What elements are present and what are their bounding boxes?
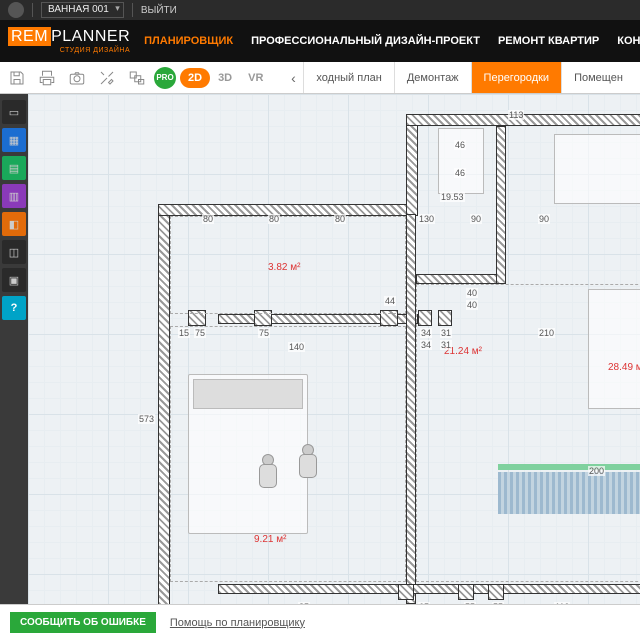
dim-label: 85	[298, 602, 310, 604]
dim-label: 110	[554, 602, 570, 604]
nav-planner[interactable]: ПЛАНИРОВЩИК	[144, 35, 233, 47]
dim-label: 80	[268, 214, 280, 224]
dim-label: 75	[194, 328, 206, 338]
dim-label: 34	[420, 340, 432, 350]
dim-label: 140	[288, 342, 305, 352]
save-icon[interactable]	[4, 65, 30, 91]
dim-label: 34	[420, 328, 432, 338]
view-vr[interactable]: VR	[240, 68, 271, 88]
dim-label: 46	[454, 168, 466, 178]
print-icon[interactable]	[34, 65, 60, 91]
tab-partitions[interactable]: Перегородки	[471, 62, 562, 93]
area-label: 28.49 м²	[608, 362, 640, 373]
separator	[132, 3, 133, 17]
separator	[32, 3, 33, 17]
nav-contacts[interactable]: КОНТ	[617, 35, 640, 47]
footer: СООБЩИТЬ ОБ ОШИБКЕ Помощь по планировщик…	[0, 604, 640, 640]
person-icon	[258, 454, 276, 488]
dim-label: 55	[492, 602, 504, 604]
area-label: 9.21 м²	[254, 534, 286, 545]
wall	[218, 584, 640, 594]
view-3d[interactable]: 3D	[210, 68, 240, 88]
help-link[interactable]: Помощь по планировщику	[170, 617, 305, 629]
furniture-sofa-right	[588, 289, 640, 409]
dim-label: 573	[138, 414, 155, 424]
main-nav: ПЛАНИРОВЩИК ПРОФЕССИОНАЛЬНЫЙ ДИЗАЙН-ПРОЕ…	[144, 35, 640, 47]
green-wall	[498, 464, 640, 470]
wall	[406, 214, 416, 604]
dim-label: 40	[466, 288, 478, 298]
area-label: 3.82 м²	[268, 262, 300, 273]
dim-label: 65	[418, 602, 430, 604]
pillar	[488, 584, 504, 600]
logo-planner: PLANNER	[51, 28, 130, 45]
tool-walls[interactable]: ▦	[2, 128, 26, 152]
toolbar: PRO 2D 3D VR ‹ ходный план Демонтаж Пере…	[0, 62, 640, 94]
dim-label: 75	[258, 328, 270, 338]
tool-furniture[interactable]: ◧	[2, 212, 26, 236]
tool-windows[interactable]: ▥	[2, 184, 26, 208]
dim-label: 31	[440, 328, 452, 338]
floor-strip	[498, 472, 640, 514]
furniture-sofa-top	[554, 134, 640, 204]
dim-label: 113	[508, 110, 524, 120]
tabs-prev-icon[interactable]: ‹	[283, 70, 303, 86]
nav-design-project[interactable]: ПРОФЕССИОНАЛЬНЫЙ ДИЗАЙН-ПРОЕКТ	[251, 35, 480, 47]
furniture-cabinet	[438, 128, 484, 194]
dim-label: 80	[334, 214, 346, 224]
pillar	[458, 584, 474, 600]
tool-text[interactable]: ▣	[2, 268, 26, 292]
dim-label: 31	[440, 340, 452, 350]
logo-rem: REM	[8, 27, 51, 46]
wall	[158, 204, 418, 216]
plan-tabs: ‹ ходный план Демонтаж Перегородки Помещ…	[283, 62, 635, 93]
dim-label: 40	[466, 300, 478, 310]
logout-link[interactable]: ВЫЙТИ	[141, 5, 177, 16]
furniture-bed	[188, 374, 308, 534]
tool-doors[interactable]: ▤	[2, 156, 26, 180]
topbar: ВАННАЯ 001 ВЫЙТИ	[0, 0, 640, 20]
logo[interactable]: REMPLANNER Студия дизайна	[8, 29, 130, 54]
dim-label: 130	[418, 214, 435, 224]
navbar: REMPLANNER Студия дизайна ПЛАНИРОВЩИК ПР…	[0, 20, 640, 62]
floor-plan: 3.82 м² 9.21 м² 21.24 м² 28.49 м² 113 46…	[158, 114, 640, 604]
dim-label: 90	[470, 214, 482, 224]
wall	[496, 126, 506, 284]
workspace: ▭ ▦ ▤ ▥ ◧ ◫ ▣ ?	[0, 94, 640, 604]
side-toolbar: ▭ ▦ ▤ ▥ ◧ ◫ ▣ ?	[0, 94, 28, 604]
canvas[interactable]: 3.82 м² 9.21 м² 21.24 м² 28.49 м² 113 46…	[28, 94, 640, 604]
dim-label: 210	[538, 328, 555, 338]
wall	[416, 274, 506, 284]
dim-label: 44	[384, 296, 396, 306]
dim-label: 55	[464, 602, 476, 604]
layers-icon[interactable]	[124, 65, 150, 91]
view-2d[interactable]: 2D	[180, 68, 210, 88]
person-icon	[298, 444, 316, 478]
dim-label: 200	[588, 466, 605, 476]
pillar	[398, 584, 414, 600]
tab-demolition[interactable]: Демонтаж	[394, 62, 471, 93]
dim-label: 90	[538, 214, 550, 224]
wall	[158, 204, 170, 604]
dim-label: 80	[202, 214, 214, 224]
dim-label: 19.53	[440, 192, 465, 202]
pro-badge[interactable]: PRO	[154, 67, 176, 89]
tool-dimensions[interactable]: ◫	[2, 240, 26, 264]
camera-icon[interactable]	[64, 65, 90, 91]
nav-renovation[interactable]: РЕМОНТ КВАРТИР	[498, 35, 599, 47]
project-name: ВАННАЯ 001	[48, 4, 109, 15]
tab-rooms[interactable]: Помещен	[561, 62, 635, 93]
tab-source-plan[interactable]: ходный план	[303, 62, 393, 93]
tool-help[interactable]: ?	[2, 296, 26, 320]
project-select[interactable]: ВАННАЯ 001	[41, 2, 124, 18]
tools-icon[interactable]	[94, 65, 120, 91]
tool-select[interactable]: ▭	[2, 100, 26, 124]
view-tabs: 2D 3D VR	[180, 68, 271, 88]
dim-label: 15	[178, 328, 190, 338]
logo-subtitle: Студия дизайна	[8, 47, 130, 54]
report-error-button[interactable]: СООБЩИТЬ ОБ ОШИБКЕ	[10, 612, 156, 633]
avatar[interactable]	[8, 2, 24, 18]
wall	[406, 114, 418, 216]
dim-label: 46	[454, 140, 466, 150]
